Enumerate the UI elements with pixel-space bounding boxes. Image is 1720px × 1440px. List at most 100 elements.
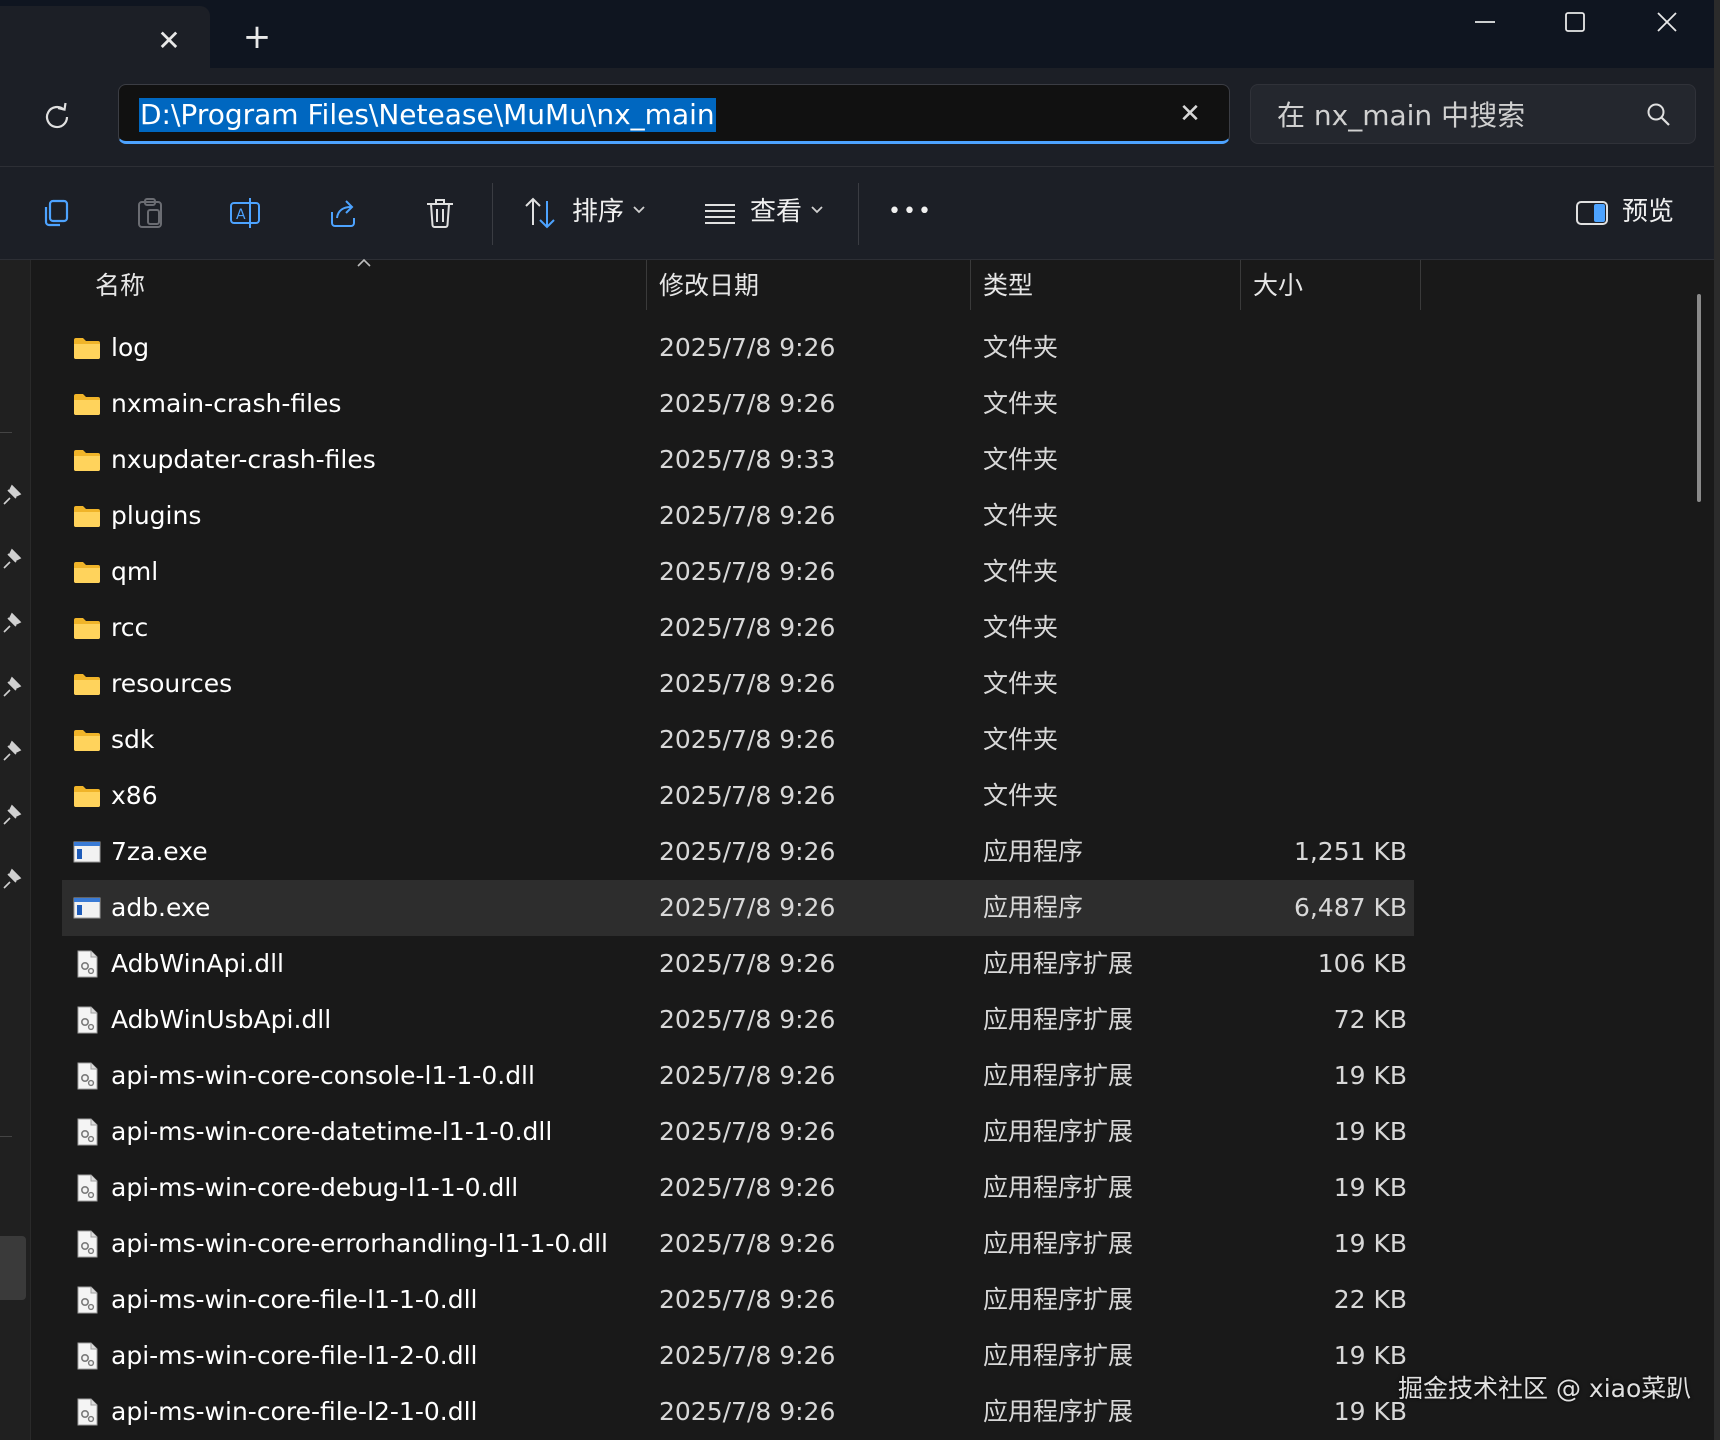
file-modified-date: 2025/7/8 9:26 [659, 1229, 836, 1258]
column-header-size[interactable]: 大小 [1253, 262, 1303, 310]
folder-icon [74, 394, 100, 415]
folder-icon [74, 562, 100, 583]
file-modified-date: 2025/7/8 9:26 [659, 1285, 836, 1314]
file-name: log [111, 333, 150, 362]
file-type: 文件夹 [983, 557, 1059, 586]
pin-icon[interactable] [0, 612, 22, 634]
file-row[interactable]: log 2025/7/8 9:26 文件夹 [62, 320, 1414, 376]
search-icon[interactable] [1645, 101, 1673, 129]
nav-divider [0, 1136, 12, 1137]
column-header-modified[interactable]: 修改日期 [659, 262, 759, 310]
file-row[interactable]: api-ms-win-core-datetime-l1-1-0.dll 2025/… [62, 1104, 1414, 1160]
column-divider[interactable] [970, 260, 971, 310]
file-type: 文件夹 [983, 389, 1059, 418]
file-row[interactable]: api-ms-win-core-file-l1-1-0.dll 2025/7/8 … [62, 1272, 1414, 1328]
address-row: D:\Program Files\Netease\MuMu\nx_main ✕ … [0, 68, 1720, 167]
close-window-button[interactable] [1622, 0, 1712, 44]
file-type: 文件夹 [983, 725, 1059, 754]
file-type: 应用程序扩展 [983, 1397, 1134, 1426]
tab-close-icon[interactable]: ✕ [154, 26, 184, 56]
column-divider[interactable] [646, 260, 647, 310]
file-modified-date: 2025/7/8 9:26 [659, 501, 836, 530]
file-list: log 2025/7/8 9:26 文件夹 nxmain-crash-files 202… [62, 320, 1414, 1440]
file-row[interactable]: plugins 2025/7/8 9:26 文件夹 [62, 488, 1414, 544]
file-row[interactable]: qml 2025/7/8 9:26 文件夹 [62, 544, 1414, 600]
file-modified-date: 2025/7/8 9:26 [659, 949, 836, 978]
folder-icon [74, 786, 100, 807]
address-bar[interactable]: D:\Program Files\Netease\MuMu\nx_main ✕ [118, 84, 1230, 144]
file-row[interactable]: AdbWinApi.dll 2025/7/8 9:26 应用程序扩展 106 KB [62, 936, 1414, 992]
file-row[interactable]: api-ms-win-core-file-l2-1-0.dll 2025/7/8 … [62, 1384, 1414, 1440]
column-divider[interactable] [1240, 260, 1241, 310]
preview-label: 预览 [1622, 197, 1675, 227]
close-icon [1657, 12, 1677, 32]
application-icon [73, 841, 101, 863]
file-type: 文件夹 [983, 669, 1059, 698]
view-icon-wrap [700, 193, 740, 233]
file-name: api-ms-win-core-errorhandling-l1-1-0.dll [111, 1229, 608, 1258]
pin-icon[interactable] [0, 676, 22, 698]
file-modified-date: 2025/7/8 9:26 [659, 1117, 836, 1146]
file-row[interactable]: nxmain-crash-files 2025/7/8 9:26 文件夹 [62, 376, 1414, 432]
file-modified-date: 2025/7/8 9:26 [659, 669, 836, 698]
file-row[interactable]: adb.exe 2025/7/8 9:26 应用程序 6,487 KB [62, 880, 1414, 936]
file-name: api-ms-win-core-debug-l1-1-0.dll [111, 1173, 519, 1202]
file-row[interactable]: nxupdater-crash-files 2025/7/8 9:33 文件夹 [62, 432, 1414, 488]
file-name: plugins [111, 501, 202, 530]
paste-button[interactable] [130, 193, 170, 233]
more-options-button[interactable]: ••• [888, 195, 933, 229]
file-row[interactable]: api-ms-win-core-file-l1-2-0.dll 2025/7/8 … [62, 1328, 1414, 1384]
vertical-scrollbar[interactable] [1697, 294, 1701, 502]
file-row[interactable]: resources 2025/7/8 9:26 文件夹 [62, 656, 1414, 712]
sort-label: 排序 [572, 197, 625, 227]
pin-icon[interactable] [0, 868, 22, 890]
file-row[interactable]: api-ms-win-core-errorhandling-l1-1-0.dll… [62, 1216, 1414, 1272]
delete-icon [427, 199, 453, 228]
share-button[interactable] [323, 193, 363, 233]
new-tab-button[interactable]: + [240, 20, 274, 54]
refresh-icon[interactable] [40, 100, 74, 134]
svg-text:A: A [236, 207, 246, 223]
pin-icon[interactable] [0, 548, 22, 570]
file-modified-date: 2025/7/8 9:26 [659, 613, 836, 642]
clear-address-icon[interactable]: ✕ [1175, 99, 1205, 129]
file-modified-date: 2025/7/8 9:26 [659, 837, 836, 866]
tab-current[interactable]: ✕ [0, 6, 210, 68]
file-row[interactable]: rcc 2025/7/8 9:26 文件夹 [62, 600, 1414, 656]
title-bar: ✕ + [0, 0, 1720, 68]
pin-icon[interactable] [0, 804, 22, 826]
copy-button[interactable] [36, 193, 76, 233]
rename-button[interactable]: A [226, 193, 266, 233]
file-name: sdk [111, 725, 155, 754]
folder-icon [74, 730, 100, 751]
file-row[interactable]: x86 2025/7/8 9:26 文件夹 [62, 768, 1414, 824]
column-header-type[interactable]: 类型 [983, 262, 1033, 310]
column-divider[interactable] [1420, 260, 1421, 310]
file-name: qml [111, 557, 159, 586]
column-header-name[interactable]: 名称 [95, 262, 145, 310]
file-name: AdbWinApi.dll [111, 949, 284, 978]
application-icon [73, 897, 101, 919]
minimize-button[interactable] [1440, 0, 1530, 44]
toolbar-divider [858, 183, 859, 245]
dll-file-icon [77, 1230, 98, 1258]
search-input[interactable]: 在 nx_main 中搜索 [1277, 99, 1525, 133]
pin-icon[interactable] [0, 740, 22, 762]
file-row[interactable]: api-ms-win-core-debug-l1-1-0.dll 2025/7/8… [62, 1160, 1414, 1216]
file-modified-date: 2025/7/8 9:26 [659, 1061, 836, 1090]
file-name: api-ms-win-core-file-l1-2-0.dll [111, 1341, 478, 1370]
pin-icon[interactable] [0, 484, 22, 506]
dll-file-icon [77, 1174, 98, 1202]
search-box[interactable]: 在 nx_main 中搜索 [1250, 84, 1696, 144]
file-modified-date: 2025/7/8 9:26 [659, 333, 836, 362]
address-path[interactable]: D:\Program Files\Netease\MuMu\nx_main [139, 98, 716, 132]
file-row[interactable]: api-ms-win-core-console-l1-1-0.dll 2025/7… [62, 1048, 1414, 1104]
file-row[interactable]: sdk 2025/7/8 9:26 文件夹 [62, 712, 1414, 768]
delete-button[interactable] [420, 193, 460, 233]
file-type: 应用程序扩展 [983, 949, 1134, 978]
maximize-button[interactable] [1530, 0, 1620, 44]
file-row[interactable]: AdbWinUsbApi.dll 2025/7/8 9:26 应用程序扩展 72 KB [62, 992, 1414, 1048]
file-row[interactable]: 7za.exe 2025/7/8 9:26 应用程序 1,251 KB [62, 824, 1414, 880]
chevron-down-icon [633, 206, 645, 214]
file-name: api-ms-win-core-datetime-l1-1-0.dll [111, 1117, 553, 1146]
